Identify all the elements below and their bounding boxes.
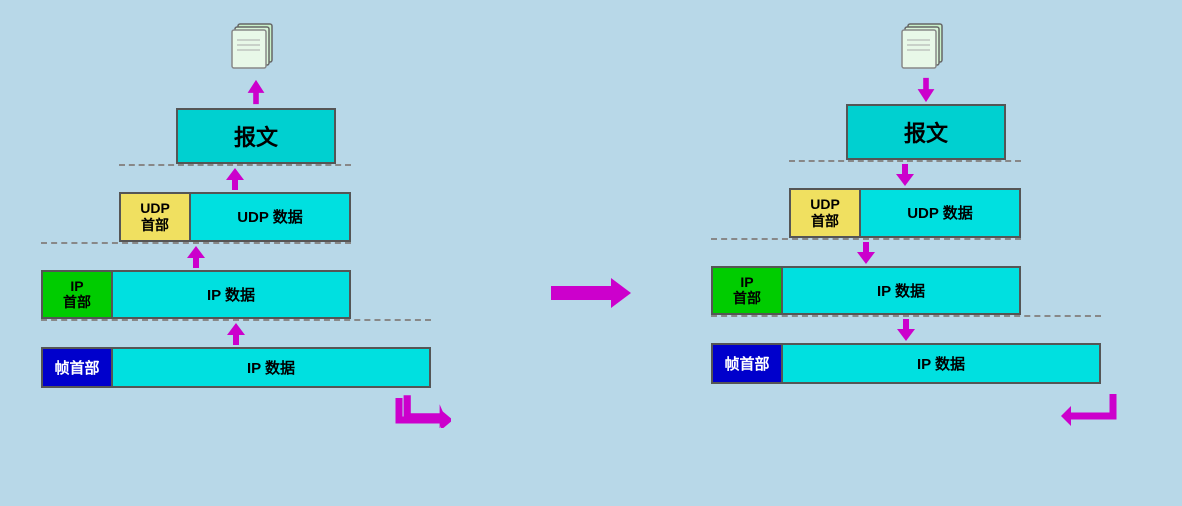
arrow-bottom-right (731, 384, 1121, 426)
arrow-ip-to-frame-left (41, 321, 431, 347)
udp-row-left: UDP首部 UDP 数据 (119, 192, 351, 242)
frame-row-left: 帧首部 IP 数据 (41, 347, 431, 388)
ip-row-right: IP首部 IP 数据 (711, 266, 1021, 316)
arrow-doc-to-baowen-left (241, 78, 271, 106)
udp-row-right: UDP首部 UDP 数据 (789, 188, 1021, 238)
main-container: 报文 UDP首部 UDP 数据 IP首部 IP 数据 帧首 (0, 0, 1182, 506)
frame-data-left: IP 数据 (113, 347, 431, 388)
arrow-udp-to-baowen-right (789, 162, 1021, 188)
udp-header-left: UDP首部 (119, 192, 191, 242)
frame-header-left: 帧首部 (41, 347, 113, 388)
right-diagram: 报文 UDP首部 UDP 数据 IP首部 IP 数据 帧首 (711, 20, 1141, 426)
udp-data-left: UDP 数据 (191, 192, 351, 242)
ip-data-left: IP 数据 (113, 270, 351, 320)
ip-row-left: IP首部 IP 数据 (41, 270, 351, 320)
ip-header-left: IP首部 (41, 270, 113, 320)
arrow-baowen-to-udp-left (119, 166, 351, 192)
udp-header-right: UDP首部 (789, 188, 861, 238)
frame-row-right: 帧首部 IP 数据 (711, 343, 1101, 384)
ip-header-right: IP首部 (711, 266, 783, 316)
doc-icon-left (230, 20, 282, 72)
center-right-arrow (551, 278, 631, 308)
left-diagram: 报文 UDP首部 UDP 数据 IP首部 IP 数据 帧首 (41, 20, 471, 428)
ip-data-right: IP 数据 (783, 266, 1021, 316)
arrow-udp-to-ip-left (41, 244, 351, 270)
arrow-baowen-to-doc-right (911, 76, 941, 104)
frame-data-right: IP 数据 (783, 343, 1101, 384)
udp-data-right: UDP 数据 (861, 188, 1021, 238)
baowen-box-right: 报文 (846, 104, 1006, 160)
doc-icon-right (900, 20, 952, 72)
baowen-box-left: 报文 (176, 108, 336, 164)
arrow-frame-to-ip-right (711, 317, 1101, 343)
arrow-ip-to-udp-right (711, 240, 1021, 266)
frame-header-right: 帧首部 (711, 343, 783, 384)
arrow-bottom-left (61, 388, 451, 428)
